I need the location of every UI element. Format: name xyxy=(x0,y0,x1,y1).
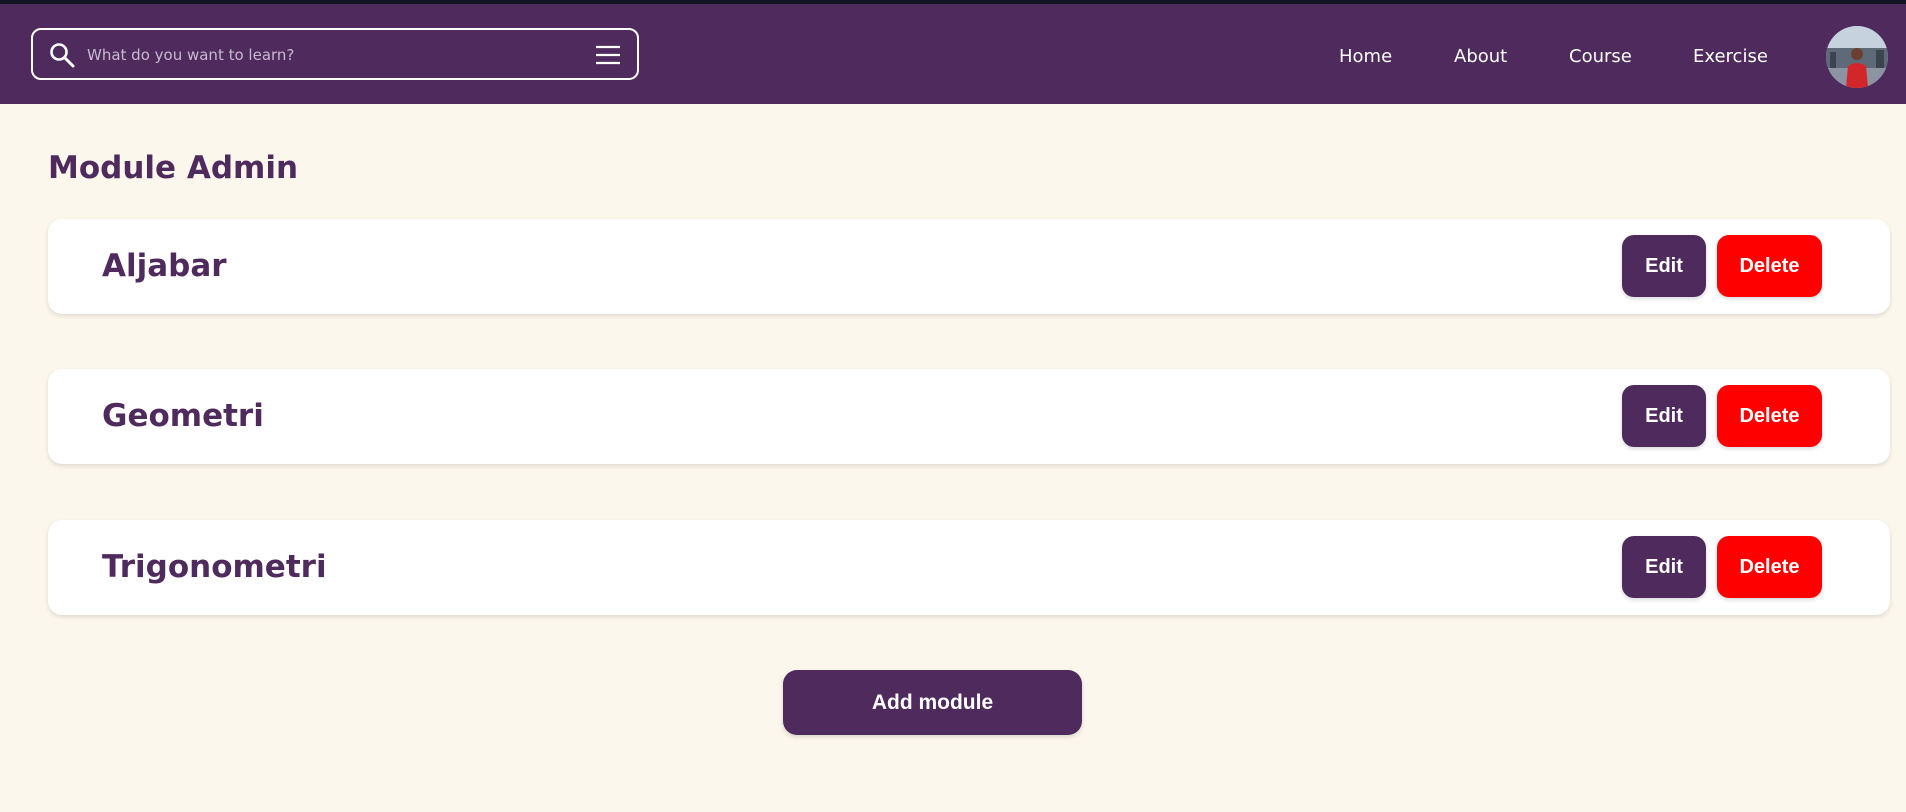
search-icon[interactable] xyxy=(49,42,75,68)
add-module-button[interactable]: Add module xyxy=(783,670,1082,735)
page-title: Module Admin xyxy=(48,150,299,186)
nav-home-link[interactable]: Home xyxy=(1339,46,1392,67)
delete-module-button[interactable]: Delete xyxy=(1717,235,1822,297)
search-input[interactable] xyxy=(85,38,569,72)
top-navbar: Home About Course Exercise xyxy=(0,0,1906,104)
module-name: Aljabar xyxy=(102,248,227,284)
edit-module-button[interactable]: Edit xyxy=(1622,235,1706,297)
module-name: Geometri xyxy=(102,398,264,434)
user-avatar[interactable] xyxy=(1826,26,1888,88)
search-bar xyxy=(31,28,639,80)
edit-module-button[interactable]: Edit xyxy=(1622,536,1706,598)
delete-module-button[interactable]: Delete xyxy=(1717,536,1822,598)
menu-icon[interactable] xyxy=(595,44,621,66)
nav-course-link[interactable]: Course xyxy=(1569,46,1632,67)
delete-module-button[interactable]: Delete xyxy=(1717,385,1822,447)
module-card: Trigonometri Edit Delete xyxy=(48,520,1890,615)
edit-module-button[interactable]: Edit xyxy=(1622,385,1706,447)
module-card: Aljabar Edit Delete xyxy=(48,219,1890,314)
module-name: Trigonometri xyxy=(102,549,327,585)
module-card: Geometri Edit Delete xyxy=(48,369,1890,464)
avatar-photo xyxy=(1826,26,1888,88)
nav-about-link[interactable]: About xyxy=(1454,46,1507,67)
nav-exercise-link[interactable]: Exercise xyxy=(1693,46,1768,67)
